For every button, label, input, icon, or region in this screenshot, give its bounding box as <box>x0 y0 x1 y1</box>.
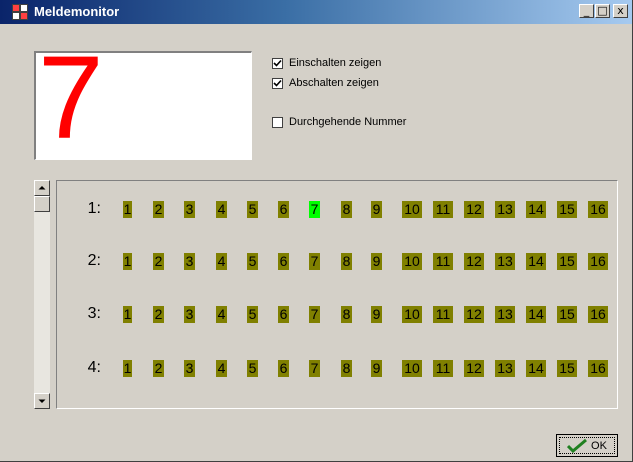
signal-cell: 7 <box>309 306 320 323</box>
signal-cell: 9 <box>371 201 382 218</box>
signal-cell: 12 <box>464 253 484 270</box>
signal-cell: 9 <box>371 306 382 323</box>
signal-cell: 6 <box>278 201 289 218</box>
signal-grid-panel: 1: 1 2 3 4 5 6 7 8 9 10 11 12 13 14 15 16 2: 1 2 3 4 5 6 7 8 9 10 11… <box>56 180 618 409</box>
signal-cell: 8 <box>341 253 352 270</box>
signal-cell: 14 <box>526 360 546 377</box>
signal-cell: 5 <box>247 253 258 270</box>
signal-cell: 15 <box>557 306 577 323</box>
signal-cell: 14 <box>526 253 546 270</box>
show-off-label: Abschalten zeigen <box>289 77 379 89</box>
signal-cell: 13 <box>495 253 515 270</box>
signal-cell: 5 <box>247 360 258 377</box>
signal-cell: 16 <box>588 201 608 218</box>
signal-cell: 5 <box>247 201 258 218</box>
arrow-down-icon <box>38 399 46 403</box>
big-number: 7 <box>38 51 104 160</box>
close-button[interactable]: x <box>613 4 628 18</box>
show-on-label: Einschalten zeigen <box>289 57 382 69</box>
row-label: 2: <box>87 252 101 269</box>
show-off-checkbox[interactable] <box>272 77 283 89</box>
signal-cell: 8 <box>341 306 352 323</box>
signal-cell: 1 <box>123 253 132 270</box>
signal-cell: 16 <box>588 360 608 377</box>
signal-cell: 13 <box>495 201 515 218</box>
signal-cell: 10 <box>402 360 422 377</box>
continuous-number-checkbox[interactable] <box>272 116 283 128</box>
signal-cell: 15 <box>557 253 577 270</box>
signal-cell: 12 <box>464 201 484 218</box>
signal-cell: 11 <box>433 201 453 218</box>
signal-cell: 6 <box>278 360 289 377</box>
signal-cell: 1 <box>123 201 132 218</box>
signal-cell: 16 <box>588 306 608 323</box>
vertical-scrollbar[interactable] <box>34 180 50 409</box>
maximize-button[interactable]: □ <box>595 4 610 18</box>
big-number-display: 7 <box>34 51 252 160</box>
signal-cell: 7 <box>309 360 320 377</box>
signal-cell: 15 <box>557 360 577 377</box>
signal-cell: 4 <box>216 306 227 323</box>
signal-cell: 9 <box>371 360 382 377</box>
signal-cell: 4 <box>216 360 227 377</box>
signal-cell: 2 <box>153 253 164 270</box>
signal-cell: 10 <box>402 253 422 270</box>
signal-cell: 4 <box>216 253 227 270</box>
scroll-up-button[interactable] <box>34 180 50 196</box>
signal-cell: 14 <box>526 306 546 323</box>
signal-cell: 3 <box>184 253 195 270</box>
signal-cell: 3 <box>184 201 195 218</box>
signal-cell: 8 <box>341 201 352 218</box>
signal-cell: 12 <box>464 360 484 377</box>
scroll-thumb[interactable] <box>34 196 50 212</box>
signal-cell: 6 <box>278 253 289 270</box>
signal-cell: 2 <box>153 201 164 218</box>
signal-cell: 11 <box>433 360 453 377</box>
signal-cell: 9 <box>371 253 382 270</box>
row-label: 1: <box>87 200 101 217</box>
signal-cell: 12 <box>464 306 484 323</box>
continuous-number-label: Durchgehende Nummer <box>289 116 407 128</box>
row-label: 4: <box>87 359 101 376</box>
continuous-number-option[interactable]: Durchgehende Nummer <box>272 114 406 130</box>
signal-cell: 5 <box>247 306 258 323</box>
minimize-button[interactable]: _ <box>579 4 594 18</box>
signal-cell: 3 <box>184 306 195 323</box>
signal-cell: 4 <box>216 201 227 218</box>
signal-cell: 3 <box>184 360 195 377</box>
signal-cell: 2 <box>153 360 164 377</box>
signal-cell: 1 <box>123 306 132 323</box>
row-label: 3: <box>87 305 101 322</box>
signal-cell: 7 <box>309 201 320 218</box>
signal-cell: 7 <box>309 253 320 270</box>
signal-cell: 11 <box>433 253 453 270</box>
meldemonitor-window: Meldemonitor _ □ x 7 Einschalten zeigen … <box>0 0 633 462</box>
signal-cell: 13 <box>495 360 515 377</box>
signal-cell: 1 <box>123 360 132 377</box>
signal-cell: 10 <box>402 306 422 323</box>
show-on-option[interactable]: Einschalten zeigen <box>272 55 381 71</box>
signal-cell: 13 <box>495 306 515 323</box>
show-on-checkbox[interactable] <box>272 57 283 69</box>
signal-cell: 10 <box>402 201 422 218</box>
window-title: Meldemonitor <box>34 4 120 19</box>
title-bar[interactable]: Meldemonitor _ □ x <box>0 0 632 24</box>
signal-cell: 14 <box>526 201 546 218</box>
ok-label: OK <box>591 439 607 452</box>
signal-cell: 2 <box>153 306 164 323</box>
arrow-up-icon <box>38 186 46 190</box>
signal-cell: 16 <box>588 253 608 270</box>
signal-cell: 11 <box>433 306 453 323</box>
show-off-option[interactable]: Abschalten zeigen <box>272 75 379 91</box>
checkmark-icon <box>273 59 282 67</box>
signal-cell: 8 <box>341 360 352 377</box>
ok-button[interactable]: OK <box>556 434 618 457</box>
signal-cell: 15 <box>557 201 577 218</box>
checkmark-icon <box>273 79 282 87</box>
signal-cell: 6 <box>278 306 289 323</box>
app-icon <box>12 4 28 20</box>
scroll-down-button[interactable] <box>34 393 50 409</box>
